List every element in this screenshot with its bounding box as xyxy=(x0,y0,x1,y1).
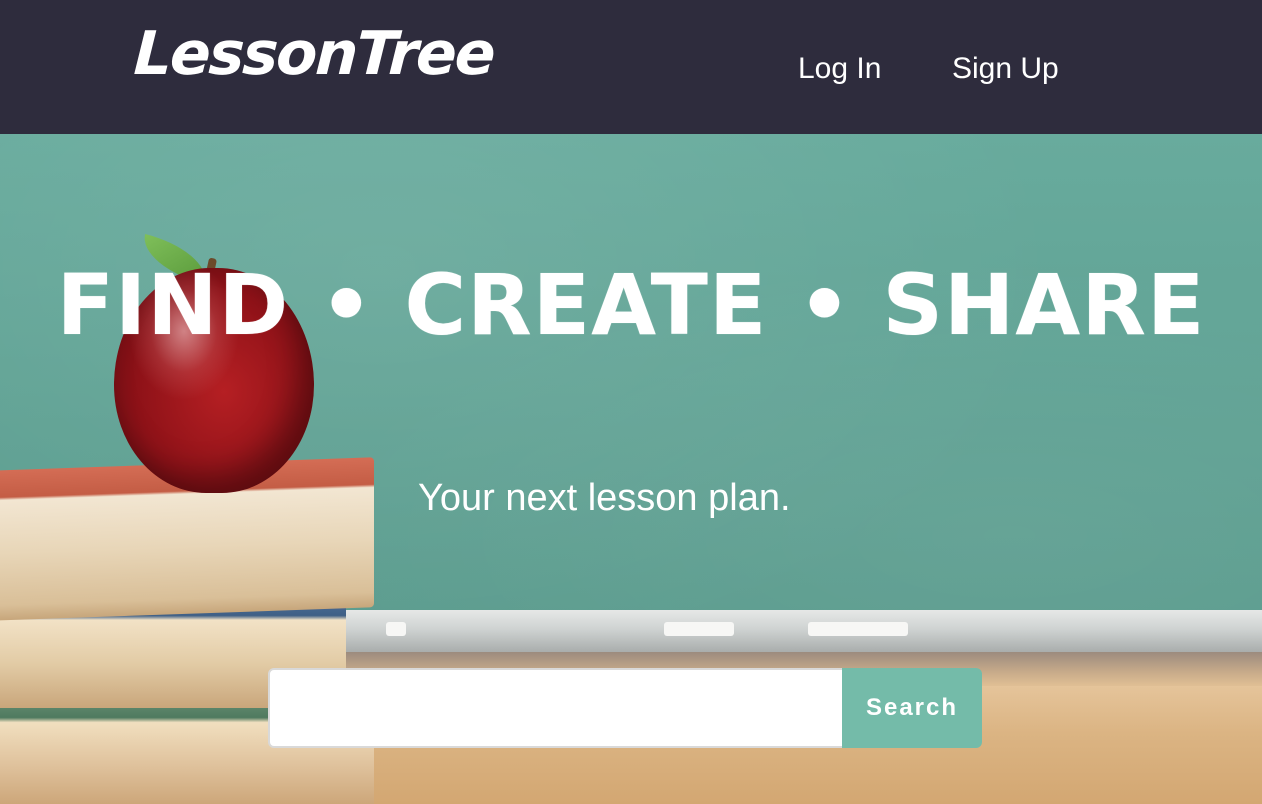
search-input[interactable] xyxy=(268,668,844,748)
search-bar: Search xyxy=(268,668,982,748)
logo[interactable]: LessonTree xyxy=(132,14,496,94)
search-button[interactable]: Search xyxy=(842,668,982,748)
chalk-piece xyxy=(386,622,406,636)
login-link[interactable]: Log In xyxy=(798,48,881,90)
page: LessonTree Log In Sign Up FIND • CREATE … xyxy=(0,0,1262,804)
chalk-tray xyxy=(340,610,1262,652)
top-navbar: LessonTree Log In Sign Up xyxy=(0,0,1262,134)
signup-link[interactable]: Sign Up xyxy=(952,48,1059,90)
chalk-piece xyxy=(808,622,908,636)
hero-headline: FIND • CREATE • SHARE xyxy=(56,256,1206,354)
chalk-piece xyxy=(664,622,734,636)
hero-tagline: Your next lesson plan. xyxy=(418,477,791,519)
